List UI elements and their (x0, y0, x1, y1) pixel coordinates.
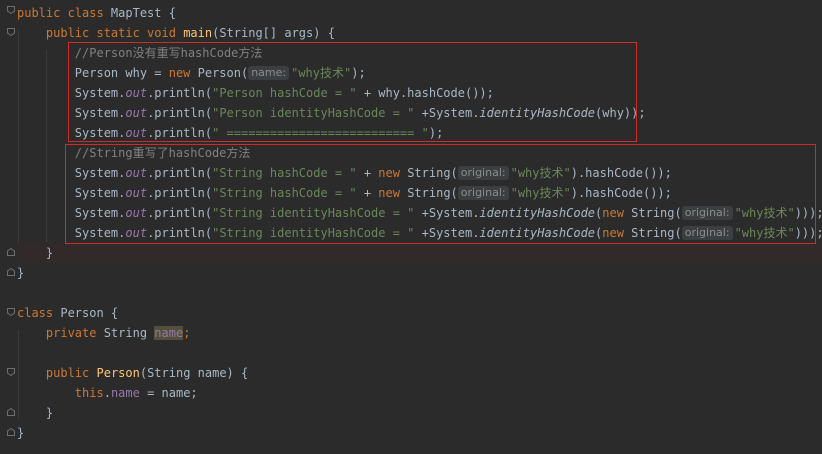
semicolon: ; (183, 326, 191, 340)
constructor-params: (String name) { (139, 366, 249, 380)
code-line[interactable]: public class MapTest { (17, 3, 822, 23)
code-text: String (96, 326, 155, 340)
closing-brace: } (17, 426, 25, 440)
method-params: (String[] args) { (212, 26, 335, 40)
code-editor[interactable]: public class MapTest { public static voi… (0, 0, 822, 454)
code-text: . (103, 386, 111, 400)
editor-gutter (0, 0, 18, 454)
field-name: name (110, 386, 140, 400)
current-line[interactable]: } (17, 243, 822, 263)
keyword: class (17, 306, 54, 320)
fold-end-icon[interactable] (7, 428, 15, 436)
fold-end-icon[interactable] (7, 408, 15, 416)
fold-collapse-icon[interactable] (7, 308, 15, 316)
method-name: main (183, 26, 213, 40)
class-declaration: MapTest { (103, 6, 176, 20)
keyword: public class (17, 6, 104, 20)
constructor-name: Person (96, 366, 140, 380)
keyword: public static void (45, 26, 176, 40)
code-line[interactable]: } (17, 263, 822, 283)
code-text: = name; (139, 386, 198, 400)
code-line[interactable]: } (17, 423, 822, 443)
field-name: name (154, 326, 184, 340)
closing-brace: } (17, 266, 25, 280)
highlight-box-person (68, 42, 637, 142)
code-line[interactable]: public static void main(String[] args) { (17, 23, 822, 43)
keyword: this (74, 386, 104, 400)
closing-brace: } (45, 406, 54, 420)
fold-collapse-icon[interactable] (7, 6, 15, 14)
code-line[interactable]: private String name; (17, 323, 822, 343)
highlight-box-string (65, 144, 816, 244)
keyword: public (45, 366, 90, 380)
code-line[interactable]: class Person { (17, 303, 822, 323)
fold-end-icon[interactable] (7, 268, 15, 276)
keyword: private (45, 326, 97, 340)
fold-collapse-icon[interactable] (7, 28, 15, 36)
fold-collapse-icon[interactable] (7, 368, 15, 376)
closing-brace: } (45, 246, 54, 260)
class-declaration: Person { (53, 306, 119, 320)
code-line[interactable]: } (17, 403, 822, 423)
code-line[interactable]: public Person(String name) { (17, 363, 822, 383)
code-line[interactable]: this.name = name; (17, 383, 822, 403)
fold-end-icon[interactable] (7, 248, 15, 256)
